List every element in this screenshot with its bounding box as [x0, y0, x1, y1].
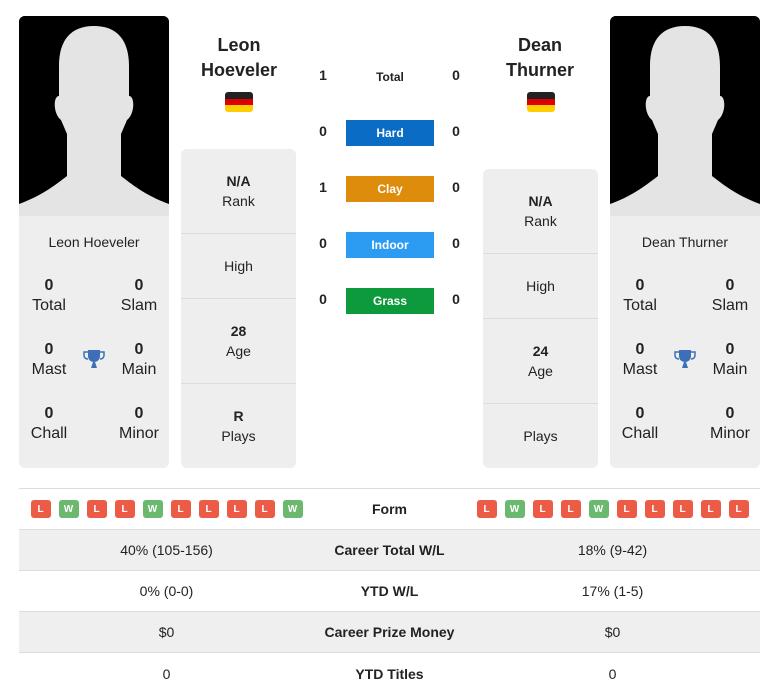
player2-titles-main: 0 Main: [712, 341, 748, 378]
form-loss-badge[interactable]: L: [476, 500, 497, 518]
form-loss-badge[interactable]: L: [672, 500, 693, 518]
player1-titles-minor: 0 Minor: [118, 405, 159, 442]
player1-age: 28 Age: [181, 299, 296, 384]
germany-flag-icon: [527, 92, 555, 112]
player2-value: 17% (1-5): [581, 583, 644, 599]
player1-name: Leon Hoeveler: [48, 234, 140, 250]
form-loss-badge[interactable]: L: [86, 500, 107, 518]
player2-age: 24 Age: [483, 319, 598, 404]
player1-photo: [19, 16, 169, 216]
h2h-total-label: Total: [376, 70, 404, 84]
player2-titles-total: 0 Total: [623, 277, 657, 314]
table-row: 0% (0-0) YTD W/L 17% (1-5): [19, 571, 760, 612]
player2-value: $0: [604, 624, 621, 640]
player1-titles-slam: 0 Slam: [120, 277, 158, 314]
form-win-badge[interactable]: W: [504, 500, 525, 518]
player2-plays: Plays: [523, 428, 558, 444]
form-win-badge[interactable]: W: [588, 500, 609, 518]
player2-high: High: [483, 254, 598, 319]
form-loss-badge[interactable]: L: [728, 500, 749, 518]
surface-hard-badge: Hard: [346, 120, 434, 146]
form-win-badge[interactable]: W: [58, 500, 79, 518]
player2-value: 18% (9-42): [577, 542, 648, 558]
player1-titles-main: 0 Main: [121, 341, 157, 378]
player1-rank: N/A Rank: [181, 149, 296, 234]
h2h-total-p1: 1: [319, 67, 327, 83]
form-loss-badge[interactable]: L: [644, 500, 665, 518]
form-loss-badge[interactable]: L: [30, 500, 51, 518]
form-loss-badge[interactable]: L: [532, 500, 553, 518]
trophy-icon: [674, 350, 696, 368]
player2-titles-slam: 0 Slam: [711, 277, 749, 314]
h2h-hard-p1: 0: [319, 123, 327, 139]
player1-titles-chall: 0 Chall: [30, 405, 68, 442]
form-loss-badge[interactable]: L: [254, 500, 275, 518]
player1-stats: N/A Rank High 28 Age R Plays: [181, 149, 296, 468]
germany-flag-icon: [225, 92, 253, 112]
player1-titles-total: 0 Total: [32, 277, 66, 314]
form-row: LWLLWLLLLW Form LWLLWLLLLL: [19, 489, 760, 530]
h2h-total-p2: 0: [452, 67, 460, 83]
h2h-indoor-p1: 0: [319, 235, 327, 251]
row-label: YTD Titles: [355, 665, 424, 682]
h2h-grass-p2: 0: [452, 291, 460, 307]
player2-titles-chall: 0 Chall: [621, 405, 659, 442]
table-row: $0 Career Prize Money $0: [19, 612, 760, 653]
silhouette-icon: [610, 16, 760, 216]
form-win-badge[interactable]: W: [282, 500, 303, 518]
player1-value: 40% (105-156): [120, 542, 213, 558]
player1-value: $0: [158, 624, 175, 640]
player1-form: LWLLWLLLLW: [19, 500, 314, 518]
player2-form: LWLLWLLLLL: [465, 500, 760, 518]
player2-card: Dean Thurner 0 Total 0 Slam 0 Mast 0 Mai…: [610, 216, 760, 468]
player1-heading[interactable]: Leon Hoeveler: [179, 33, 299, 83]
comparison-table: LWLLWLLLLW Form LWLLWLLLLL 40% (105-156)…: [19, 488, 760, 694]
table-row: 40% (105-156) Career Total W/L 18% (9-42…: [19, 530, 760, 571]
form-loss-badge[interactable]: L: [198, 500, 219, 518]
form-loss-badge[interactable]: L: [170, 500, 191, 518]
player1-card: Leon Hoeveler 0 Total 0 Slam 0 Mast 0 Ma…: [19, 216, 169, 468]
h2h-clay-p2: 0: [452, 179, 460, 195]
player1-titles-mast: 0 Mast: [31, 341, 67, 378]
form-loss-badge[interactable]: L: [700, 500, 721, 518]
table-row: 0 YTD Titles 0: [19, 653, 760, 694]
player2-titles-mast: 0 Mast: [622, 341, 658, 378]
player2-value: 0: [608, 665, 617, 682]
player1-high: High: [181, 234, 296, 299]
form-label: Form: [372, 501, 407, 517]
h2h-indoor-p2: 0: [452, 235, 460, 251]
h2h-grass-p1: 0: [319, 291, 327, 307]
row-label: Career Prize Money: [324, 624, 455, 640]
row-label: Career Total W/L: [334, 542, 445, 558]
h2h-clay-p1: 1: [319, 179, 327, 195]
surface-grass-badge: Grass: [346, 288, 434, 314]
silhouette-icon: [19, 16, 169, 216]
player2-rank: N/A Rank: [483, 169, 598, 254]
form-loss-badge[interactable]: L: [226, 500, 247, 518]
h2h-hard-p2: 0: [452, 123, 460, 139]
player2-photo: [610, 16, 760, 216]
player1-value: 0: [162, 665, 171, 682]
player2-heading[interactable]: Dean Thurner: [480, 33, 600, 83]
surface-clay-badge: Clay: [346, 176, 434, 202]
player1-plays: R Plays: [221, 408, 256, 444]
form-loss-badge[interactable]: L: [616, 500, 637, 518]
player2-stats: N/A Rank High 24 Age Plays: [483, 169, 598, 468]
player1-value: 0% (0-0): [139, 583, 194, 599]
surface-indoor-badge: Indoor: [346, 232, 434, 258]
form-loss-badge[interactable]: L: [114, 500, 135, 518]
player2-name: Dean Thurner: [641, 234, 729, 250]
row-label: YTD W/L: [360, 583, 419, 599]
player2-titles-minor: 0 Minor: [709, 405, 750, 442]
form-win-badge[interactable]: W: [142, 500, 163, 518]
form-loss-badge[interactable]: L: [560, 500, 581, 518]
trophy-icon: [83, 350, 105, 368]
